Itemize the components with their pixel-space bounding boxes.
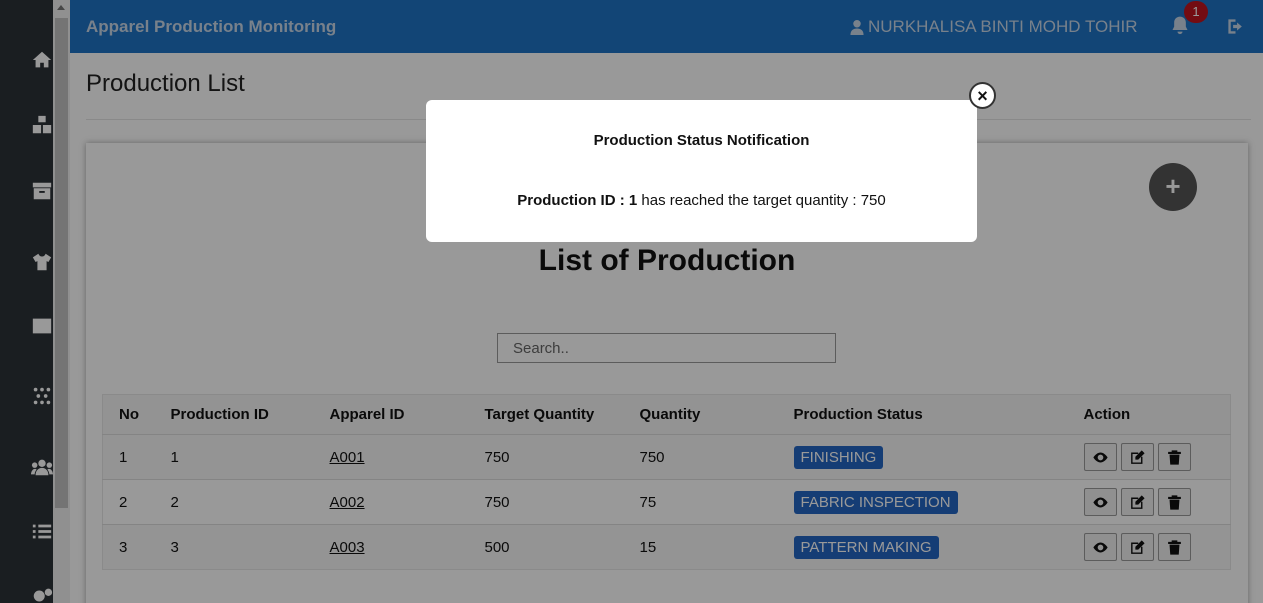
modal-title: Production Status Notification <box>593 132 810 149</box>
modal-message: Production ID : 1 has reached the target… <box>426 192 977 209</box>
modal-message-text: has reached the target quantity : 750 <box>637 192 886 209</box>
close-icon[interactable]: × <box>969 82 996 109</box>
modal-message-id: Production ID : 1 <box>517 192 638 209</box>
notification-modal: Production Status Notification Productio… <box>426 100 977 242</box>
modal-backdrop[interactable] <box>0 0 1263 603</box>
